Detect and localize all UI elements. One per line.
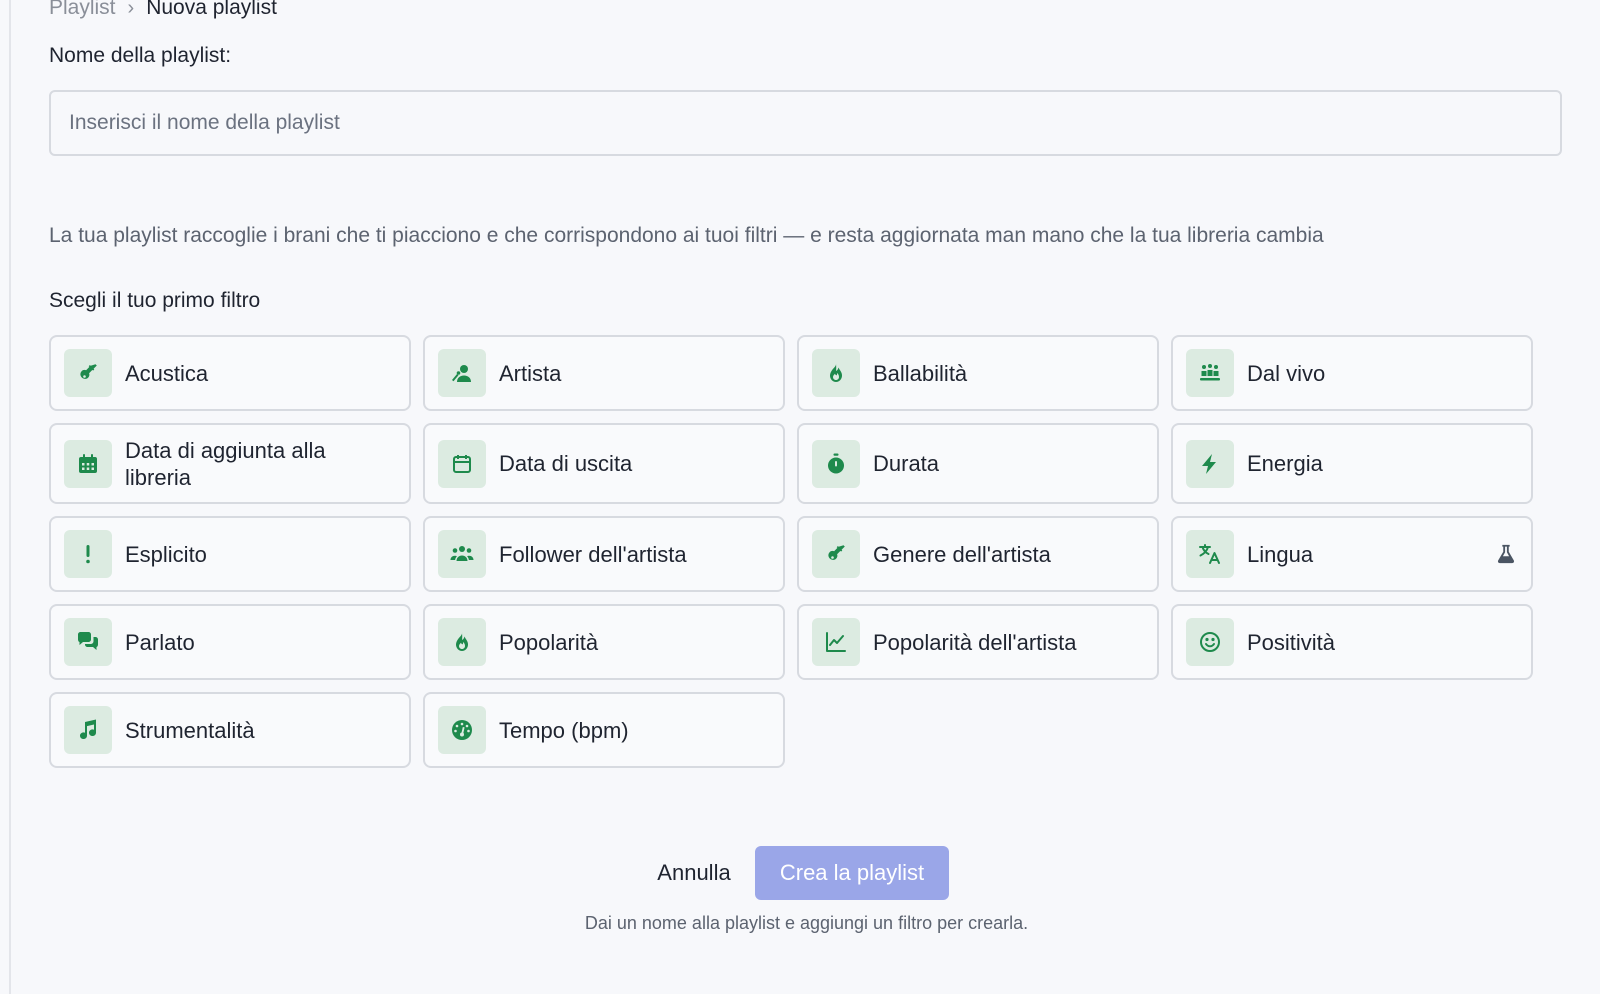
filter-card-12[interactable]: Lingua (1171, 516, 1533, 592)
calendar-filled-icon (64, 439, 112, 488)
filter-card-2[interactable]: Artista (423, 335, 785, 411)
filter-card-10[interactable]: Follower dell'artista (423, 516, 785, 592)
filter-label: Lingua (1247, 541, 1314, 567)
filter-label: Data di uscita (499, 451, 633, 476)
filter-label: Durata (873, 451, 940, 476)
filter-label: Parlato (125, 629, 195, 655)
filter-card-16[interactable]: Positività (1171, 604, 1533, 680)
filter-card-7[interactable]: Durata (797, 423, 1159, 504)
filter-label: Artista (499, 360, 562, 386)
filter-card-17[interactable]: Strumentalità (49, 692, 411, 768)
breadcrumb-playlist-link[interactable]: Playlist (49, 0, 116, 20)
breadcrumb: Playlist › Nuova playlist (49, 0, 277, 20)
filter-label: Genere dell'artista (873, 541, 1051, 567)
filter-card-4[interactable]: Dal vivo (1171, 335, 1533, 411)
create-playlist-button[interactable]: Crea la playlist (755, 846, 949, 900)
filter-label: Dal vivo (1247, 360, 1326, 386)
playlist-description: La tua playlist raccoglie i brani che ti… (49, 224, 1324, 247)
filter-label: Data di aggiunta alla libreria (125, 437, 326, 490)
fire-icon (438, 618, 486, 666)
smile-icon (1186, 618, 1234, 666)
sidebar-edge (0, 0, 11, 994)
calendar-outline-icon (438, 439, 486, 488)
filter-label: Esplicito (125, 541, 207, 567)
chat-icon (64, 618, 112, 666)
filter-card-3[interactable]: Ballabilità (797, 335, 1159, 411)
artist-icon (438, 349, 486, 397)
filter-label: Follower dell'artista (499, 541, 687, 567)
filter-card-8[interactable]: Energia (1171, 423, 1533, 504)
breadcrumb-current: Nuova playlist (146, 0, 277, 19)
filter-label: Popolarità (499, 629, 599, 655)
music-note-icon (64, 706, 112, 754)
guitar-icon (64, 349, 112, 397)
filter-label: Strumentalità (125, 717, 255, 743)
chevron-right-icon: › (127, 0, 135, 19)
translate-icon (1186, 530, 1234, 578)
filter-label: Popolarità dell'artista (873, 629, 1077, 655)
filters-title: Scegli il tuo primo filtro (49, 289, 261, 312)
gauge-icon (438, 706, 486, 754)
filter-card-13[interactable]: Parlato (49, 604, 411, 680)
filter-label: Ballabilità (873, 360, 968, 386)
filter-card-14[interactable]: Popolarità (423, 604, 785, 680)
playlist-name-label: Nome della playlist: (49, 44, 232, 67)
filter-card-15[interactable]: Popolarità dell'artista (797, 604, 1159, 680)
guitar-icon (812, 530, 860, 578)
filter-card-5[interactable]: Data di aggiunta alla libreria (49, 423, 411, 504)
filter-card-6[interactable]: Data di uscita (423, 423, 785, 504)
cancel-button[interactable]: Annulla (654, 846, 734, 900)
create-hint: Dai un nome alla playlist e aggiungi un … (584, 913, 1029, 933)
exclamation-icon (64, 530, 112, 578)
filter-label: Tempo (bpm) (499, 717, 629, 743)
playlist-name-input[interactable] (49, 90, 1562, 156)
chart-line-icon (812, 618, 860, 666)
filter-label: Energia (1247, 451, 1323, 476)
filter-card-11[interactable]: Genere dell'artista (797, 516, 1159, 592)
filter-card-18[interactable]: Tempo (bpm) (423, 692, 785, 768)
fire-icon (812, 349, 860, 397)
filter-card-1[interactable]: Acustica (49, 335, 411, 411)
filter-card-9[interactable]: Esplicito (49, 516, 411, 592)
stopwatch-icon (812, 439, 860, 488)
flask-icon (1495, 543, 1517, 565)
filter-label: Acustica (125, 360, 209, 386)
audience-icon (1186, 349, 1234, 397)
users-icon (438, 530, 486, 578)
bolt-icon (1186, 439, 1234, 488)
filter-label: Positività (1247, 629, 1336, 655)
